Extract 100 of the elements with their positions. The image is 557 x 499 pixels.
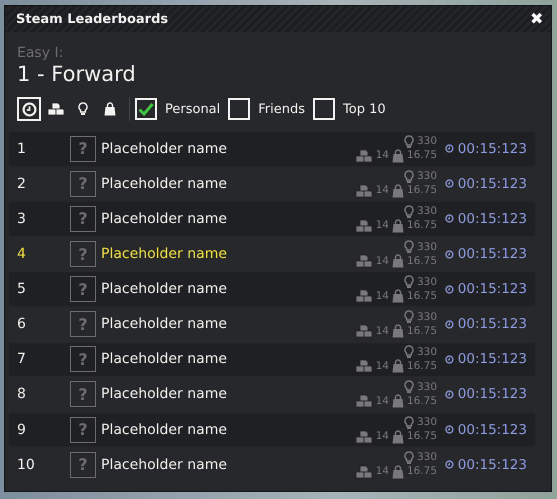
bag-icon [392,359,404,374]
blocks-count: 14 [376,465,389,478]
avatar-question-mark: ? [78,244,88,264]
checkbox-box[interactable] [228,98,250,120]
cubes-icon [354,464,373,479]
rank-number: 5 [17,281,27,298]
close-button[interactable]: ✖ [530,9,543,29]
player-name: Placeholder name [101,316,228,332]
player-name: Placeholder name [101,351,228,368]
checkbox-box[interactable] [313,98,336,120]
hints-count: 330 [416,451,437,464]
filter-checkbox[interactable]: Personal [135,98,220,120]
filter-checkbox[interactable]: Top 10 [313,98,386,120]
clock-icon [22,102,36,116]
rank-number: 4 [17,246,27,262]
sort-time-button[interactable] [17,97,41,121]
blocks-count: 14 [376,430,389,443]
time-value: 00:15:123 [458,456,527,473]
weight-value: 16.75 [406,149,437,162]
lightbulb-icon [404,240,414,254]
lightbulb-icon [404,310,414,324]
checkbox-box[interactable] [135,98,157,120]
blocks-count: 14 [376,394,389,408]
avatar-question-mark: ? [78,174,88,194]
hints-count: 330 [416,276,437,289]
player-name: Placeholder name [101,210,228,227]
time-value: 00:15:123 [458,422,527,438]
rank-number: 7 [17,351,27,368]
weight-value: 16.75 [406,394,437,408]
blocks-count: 14 [376,324,389,338]
blocks-count: 14 [376,290,389,303]
avatar-question-mark: ? [78,314,88,334]
time-value: 00:15:123 [458,386,527,402]
weight-value: 16.75 [406,360,437,373]
avatar-question-mark: ? [78,280,88,299]
lightbulb-icon [78,102,88,116]
avatar-question-mark: ? [78,384,88,404]
time-value: 00:15:123 [458,140,527,157]
bag-icon [104,102,116,116]
weight-value: 16.75 [406,465,437,478]
weight-value: 16.75 [406,219,437,232]
cubes-icon [47,102,65,116]
bag-icon [392,464,404,479]
cubes-icon [354,394,373,408]
cubes-icon [354,289,373,304]
cubes-icon [354,430,373,444]
hints-count: 330 [416,135,437,148]
time-value: 00:15:123 [458,281,527,298]
time-value: 00:15:123 [458,210,527,227]
hints-count: 330 [416,380,437,394]
hints-count: 330 [416,346,437,359]
lightbulb-icon [404,416,414,430]
time-value: 00:15:123 [458,316,527,332]
bag-icon [392,289,404,304]
weight-value: 16.75 [406,254,437,268]
hints-count: 330 [416,205,437,218]
lightbulb-icon [404,134,414,149]
blocks-count: 14 [376,360,389,373]
hints-count: 330 [416,416,437,429]
avatar-question-mark: ? [78,420,88,439]
window-title: Steam Leaderboards [16,12,168,26]
weight-value: 16.75 [406,184,437,198]
level-group: Easy I: [17,45,543,61]
hints-count: 330 [416,310,437,324]
cubes-icon [354,218,373,233]
time-value: 00:15:123 [458,176,527,192]
bag-icon [392,148,404,163]
avatar-question-mark: ? [78,455,88,474]
bag-icon [392,254,404,268]
filter-checkbox[interactable]: Friends [228,98,306,120]
lightbulb-icon [404,345,414,360]
lightbulb-icon [404,275,414,290]
bag-icon [392,394,404,408]
rank-number: 6 [17,316,27,332]
player-name: Placeholder name [101,422,228,438]
cubes-icon [354,324,373,338]
blocks-count: 14 [376,254,389,268]
lightbulb-icon [404,380,414,394]
hints-count: 330 [416,240,437,254]
rank-number: 10 [17,456,36,473]
player-name: Placeholder name [101,246,228,262]
bag-icon [392,218,404,233]
bag-icon [392,430,404,444]
bag-icon [392,184,404,198]
blocks-count: 14 [376,184,389,198]
player-name: Placeholder name [101,386,228,402]
bag-icon [392,324,404,338]
rank-number: 8 [17,386,27,402]
rank-number: 2 [17,176,27,192]
hints-count: 330 [416,170,437,184]
blocks-count: 14 [376,219,389,232]
player-name: Placeholder name [101,176,228,192]
rank-number: 9 [17,422,27,438]
rank-number: 1 [17,140,27,157]
lightbulb-icon [404,170,414,184]
weight-value: 16.75 [406,430,437,443]
time-value: 00:15:123 [458,351,527,368]
rank-number: 3 [17,210,27,227]
blocks-count: 14 [376,149,389,162]
lightbulb-icon [404,204,414,219]
